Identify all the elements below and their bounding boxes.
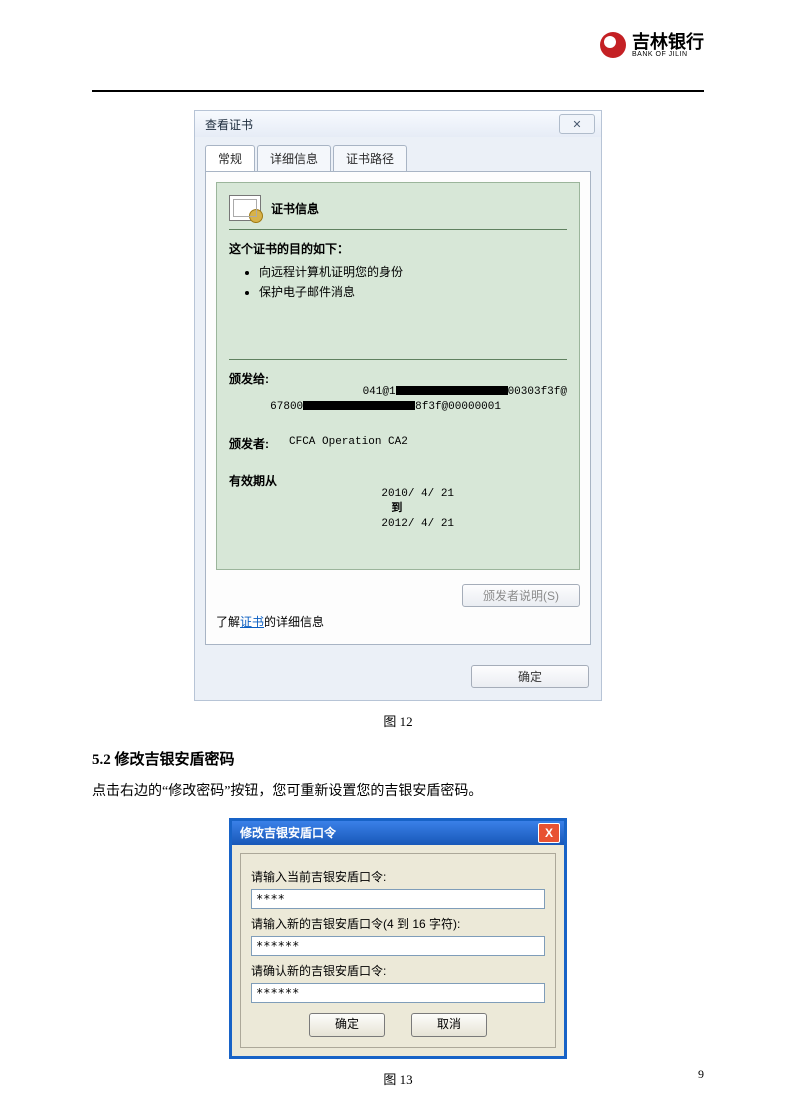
learn-more-text: 了解证书的详细信息: [216, 613, 580, 630]
valid-from: 2010/ 4/ 21: [381, 488, 454, 500]
cert-titlebar: 查看证书 ✕: [195, 111, 601, 137]
label-current-password: 请输入当前吉银安盾口令:: [251, 868, 545, 885]
valid-from-label: 有效期从: [229, 472, 289, 546]
brand-logo: [600, 32, 626, 58]
body-paragraph: 点击右边的“修改密码”按钮，您可重新设置您的吉银安盾密码。: [92, 779, 704, 804]
figure-caption-12: 图 12: [92, 711, 704, 730]
ok-button[interactable]: 确定: [471, 665, 589, 688]
cert-purpose-list: 向远程计算机证明您的身份 保护电子邮件消息: [229, 263, 567, 300]
pw-titlebar: 修改吉银安盾口令 X: [232, 821, 564, 845]
input-current-password[interactable]: [251, 889, 545, 909]
cert-info-title: 证书信息: [271, 200, 319, 217]
issued-to-row: 颁发给: 041@100303f3f@678008f3f@00000001: [229, 370, 567, 429]
cert-green-box: 证书信息 这个证书的目的如下： 向远程计算机证明您的身份 保护电子邮件消息 颁发…: [216, 182, 580, 570]
label-new-password: 请输入新的吉银安盾口令(4 到 16 字符):: [251, 915, 545, 932]
brand-cn: 吉林银行: [632, 33, 704, 51]
tab-general[interactable]: 常规: [205, 145, 255, 171]
password-dialog: 修改吉银安盾口令 X 请输入当前吉银安盾口令: 请输入新的吉银安盾口令(4 到 …: [229, 818, 567, 1059]
close-icon[interactable]: X: [538, 823, 560, 843]
cert-purpose-title: 这个证书的目的如下：: [229, 240, 567, 257]
page-number: 9: [698, 1067, 704, 1082]
label-confirm-password: 请确认新的吉银安盾口令:: [251, 962, 545, 979]
brand-en: BANK OF JILIN: [632, 51, 704, 58]
section-heading: 5.2 修改吉银安盾密码: [92, 748, 704, 769]
figure-caption-13: 图 13: [92, 1069, 704, 1088]
certificate-dialog: 查看证书 ✕ 常规 详细信息 证书路径 证书信息 这个证书的目的如下：: [194, 110, 602, 701]
pw-title: 修改吉银安盾口令: [240, 824, 336, 841]
certificate-icon: [229, 195, 261, 221]
purpose-item: 保护电子邮件消息: [259, 283, 567, 300]
learn-more-link[interactable]: 证书: [240, 615, 264, 629]
purpose-item: 向远程计算机证明您的身份: [259, 263, 567, 280]
tab-path[interactable]: 证书路径: [333, 145, 407, 171]
redaction: [303, 401, 415, 410]
input-confirm-password[interactable]: [251, 983, 545, 1003]
cancel-button[interactable]: 取消: [411, 1013, 487, 1037]
header-rule: [92, 90, 704, 92]
valid-to-label: 到: [391, 503, 402, 515]
brand-header: 吉林银行 BANK OF JILIN: [600, 32, 704, 58]
ok-button[interactable]: 确定: [309, 1013, 385, 1037]
issuer-statement-button: 颁发者说明(S): [462, 584, 580, 607]
issued-to-label: 颁发给:: [229, 370, 270, 429]
issued-by-label: 颁发者:: [229, 435, 289, 452]
input-new-password[interactable]: [251, 936, 545, 956]
cert-tabs: 常规 详细信息 证书路径: [205, 145, 591, 172]
issued-by-value: CFCA Operation CA2: [289, 435, 408, 452]
tab-details[interactable]: 详细信息: [257, 145, 331, 171]
valid-to: 2012/ 4/ 21: [381, 518, 454, 530]
issued-to-value: 041@100303f3f@678008f3f@00000001: [270, 370, 567, 429]
close-icon[interactable]: ✕: [559, 114, 595, 134]
cert-title: 查看证书: [205, 116, 253, 133]
redaction: [396, 386, 508, 395]
cert-tabpanel: 证书信息 这个证书的目的如下： 向远程计算机证明您的身份 保护电子邮件消息 颁发…: [205, 171, 591, 645]
issued-by-row: 颁发者: CFCA Operation CA2: [229, 435, 567, 452]
validity-row: 有效期从 2010/ 4/ 21 到 2012/ 4/ 21: [229, 472, 567, 546]
